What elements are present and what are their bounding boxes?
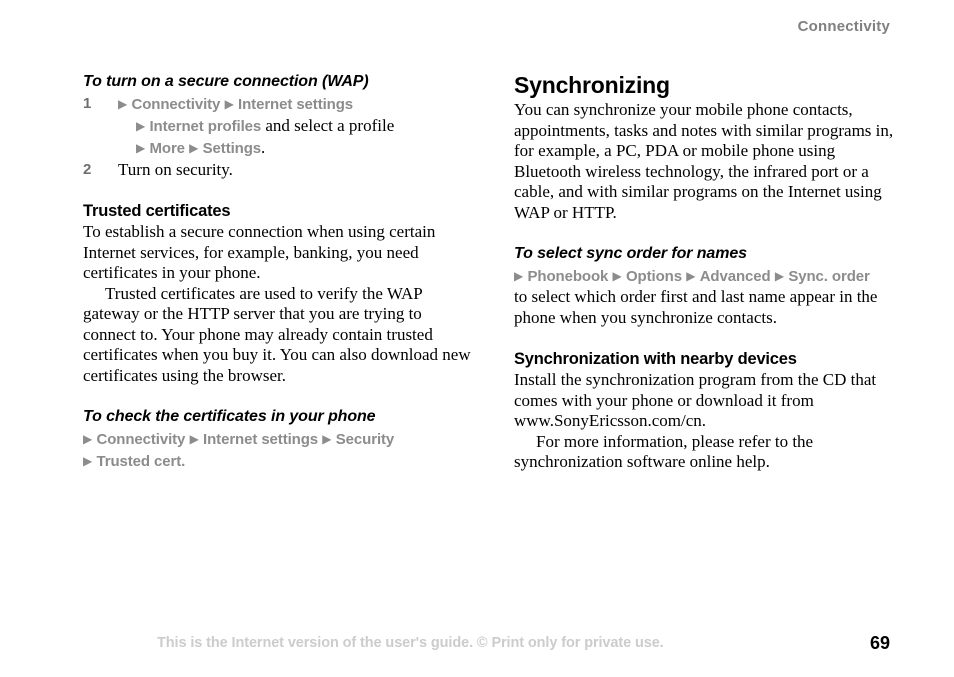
step-line: ▶ More ▶ Settings. <box>118 137 473 159</box>
footer-copyright-note: This is the Internet version of the user… <box>157 635 664 651</box>
paragraph-sync-order-1: to select which order first and last nam… <box>514 287 878 327</box>
menu-arrow-icon: ▶ <box>514 269 524 283</box>
subheading-sync-nearby-devices: Synchronization with nearby devices <box>514 350 797 368</box>
menu-path-item: Connectivity <box>96 431 186 448</box>
menu-arrow-icon: ▶ <box>612 269 622 283</box>
steps-list-wap: 1 ▶ Connectivity ▶ Internet settings ▶ I… <box>83 93 473 180</box>
procedure-check-certificates: To check the certificates in your phone … <box>83 407 473 472</box>
menu-path-item: More <box>149 140 185 157</box>
menu-path-item: Security <box>335 431 395 448</box>
menu-path-item: Internet settings <box>203 431 319 448</box>
menu-path-item: Internet profiles <box>149 118 262 135</box>
menu-path-item: Trusted cert. <box>96 453 186 470</box>
menu-arrow-icon: ▶ <box>83 432 93 446</box>
paragraph-sync-nearby-2: For more information, please refer to th… <box>514 431 814 472</box>
document-page: Connectivity To turn on a secure connect… <box>0 0 954 677</box>
subheading-trusted-certificates: Trusted certificates <box>83 202 231 220</box>
menu-arrow-icon: ▶ <box>136 119 146 133</box>
section-trusted-certificates: Trusted certificates To establish a secu… <box>83 201 473 386</box>
paragraph-synchronizing-1: You can synchronize your mobile phone co… <box>514 100 894 222</box>
menu-arrow-icon: ▶ <box>686 269 696 283</box>
page-footer: This is the Internet version of the user… <box>0 633 954 659</box>
menu-path-item: Internet settings <box>238 96 354 113</box>
menu-path-line: ▶ Trusted cert. <box>83 450 473 472</box>
step-number: 1 <box>83 95 92 112</box>
menu-path-item: Connectivity <box>131 96 221 113</box>
step-line: Turn on security. <box>118 160 233 179</box>
right-column: Synchronizing You can synchronize your m… <box>514 72 899 473</box>
running-header-chapter: Connectivity <box>797 18 890 35</box>
menu-path-line: ▶ Phonebook ▶ Options ▶ Advanced ▶ Sync.… <box>514 265 899 287</box>
menu-arrow-icon: ▶ <box>136 141 146 155</box>
inline-text: Turn on security. <box>118 160 233 179</box>
menu-arrow-icon: ▶ <box>189 432 199 446</box>
inline-text: and select a profile <box>265 116 395 135</box>
paragraph-trusted-certificates-2: Trusted certificates are used to verify … <box>83 283 471 385</box>
menu-arrow-icon: ▶ <box>322 432 332 446</box>
procedure-heading-check-certificates: To check the certificates in your phone <box>83 408 376 425</box>
procedure-select-sync-order: To select sync order for names ▶ Phonebo… <box>514 244 899 328</box>
procedure-heading-wap: To turn on a secure connection (WAP) <box>83 73 369 90</box>
menu-arrow-icon: ▶ <box>118 97 128 111</box>
step-line: ▶ Internet profiles and select a profile <box>118 115 473 137</box>
page-title-synchronizing: Synchronizing <box>514 72 670 98</box>
menu-path-line: ▶ Connectivity ▶ Internet settings ▶ Sec… <box>83 428 473 450</box>
step-line: ▶ Connectivity ▶ Internet settings <box>118 94 353 113</box>
menu-arrow-icon: ▶ <box>224 97 234 111</box>
step-number: 2 <box>83 161 92 178</box>
paragraph-trusted-certificates-1: To establish a secure connection when us… <box>83 222 436 282</box>
menu-arrow-icon: ▶ <box>189 141 199 155</box>
step-item: 1 ▶ Connectivity ▶ Internet settings ▶ I… <box>83 93 473 159</box>
page-number: 69 <box>869 633 890 653</box>
menu-path-item: Settings <box>202 140 262 157</box>
step-item: 2 Turn on security. <box>83 159 473 180</box>
menu-arrow-icon: ▶ <box>83 454 93 468</box>
inline-text: . <box>261 138 266 157</box>
procedure-heading-sync-order: To select sync order for names <box>514 245 747 262</box>
menu-path-item: Advanced <box>699 268 771 285</box>
section-sync-nearby-devices: Synchronization with nearby devices Inst… <box>514 349 899 473</box>
menu-arrow-icon: ▶ <box>774 269 785 283</box>
menu-path-item: Options <box>625 268 682 285</box>
procedure-turn-on-secure-connection: To turn on a secure connection (WAP) 1 ▶… <box>83 72 473 180</box>
left-column: To turn on a secure connection (WAP) 1 ▶… <box>83 72 473 472</box>
menu-path-item: Sync. order <box>788 268 870 285</box>
section-synchronizing: Synchronizing You can synchronize your m… <box>514 72 899 223</box>
menu-path-item: Phonebook <box>527 268 609 285</box>
paragraph-sync-nearby-1: Install the synchronization program from… <box>514 370 877 430</box>
